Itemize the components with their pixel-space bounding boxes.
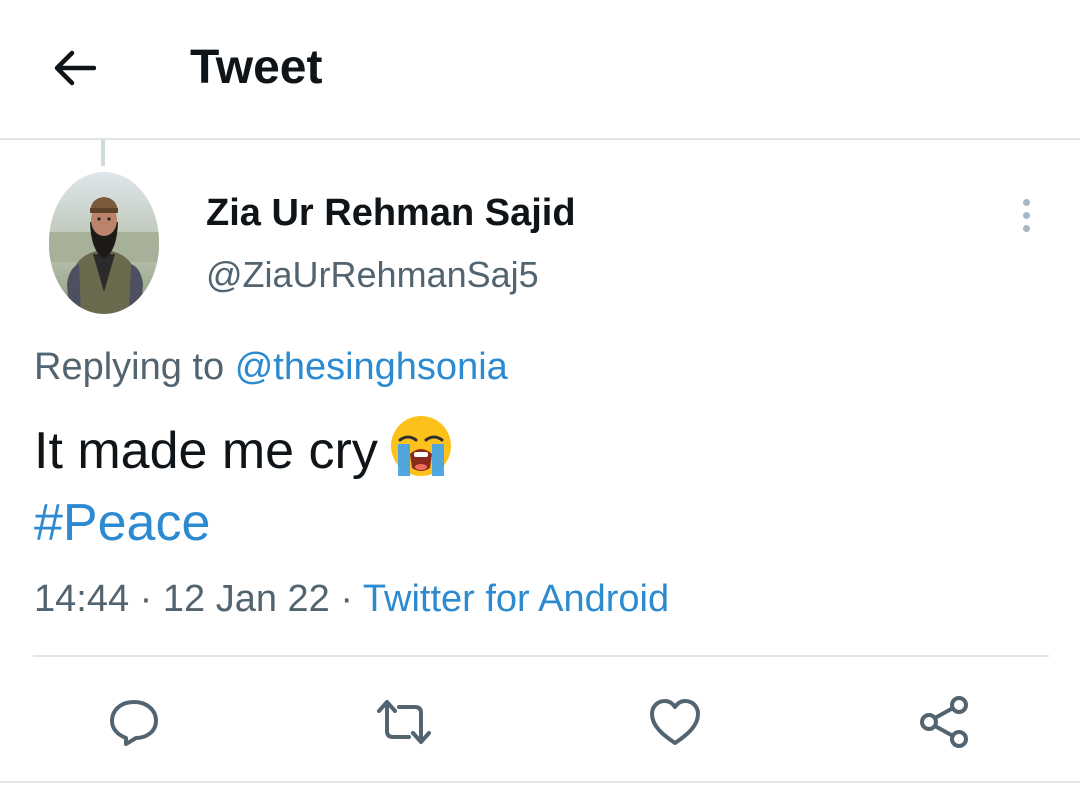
action-bar-divider <box>33 655 1049 657</box>
back-button[interactable] <box>44 40 104 96</box>
reply-mention-link[interactable]: @thesinghsonia <box>235 346 508 388</box>
tweet-date: 12 Jan 22 <box>162 578 330 620</box>
share-button[interactable] <box>913 690 977 754</box>
reply-button[interactable] <box>102 690 166 754</box>
page-title: Tweet <box>190 41 323 94</box>
thread-connector-line <box>101 140 105 166</box>
hashtag-link[interactable]: #Peace <box>34 492 210 554</box>
more-vertical-icon-dot <box>1022 211 1030 219</box>
replying-to-line: Replying to @thesinghsonia <box>34 344 508 390</box>
meta-separator: · <box>340 578 354 620</box>
heart-icon <box>650 699 700 745</box>
more-vertical-icon-dot <box>1022 224 1030 232</box>
author-handle[interactable]: @ZiaUrRehmanSaj5 <box>206 254 539 296</box>
avatar-photo <box>49 172 159 314</box>
like-button[interactable] <box>643 690 707 754</box>
tweet-time: 14:44 <box>34 578 130 620</box>
tweet-text: It made me cry <box>34 414 456 492</box>
tweet-source-link[interactable]: Twitter for Android <box>363 578 669 620</box>
top-app-bar: Tweet <box>0 0 1080 140</box>
avatar[interactable] <box>49 172 159 314</box>
retweet-icon <box>377 700 431 744</box>
replying-to-label: Replying to <box>34 346 225 388</box>
author-display-name[interactable]: Zia Ur Rehman Sajid <box>206 191 576 235</box>
share-icon <box>920 696 968 748</box>
more-vertical-icon <box>1022 198 1030 206</box>
tweet-body-text: It made me cry <box>34 422 378 480</box>
loudly-crying-face-emoji <box>386 414 456 492</box>
bottom-divider <box>0 781 1080 783</box>
comment-icon <box>110 700 158 746</box>
retweet-button[interactable] <box>372 690 436 754</box>
arrow-left-icon <box>54 50 96 86</box>
tweet-metadata: 14:44 · 12 Jan 22 · Twitter for Android <box>34 576 669 622</box>
more-options-button[interactable] <box>1008 192 1044 238</box>
meta-separator: · <box>139 578 153 620</box>
